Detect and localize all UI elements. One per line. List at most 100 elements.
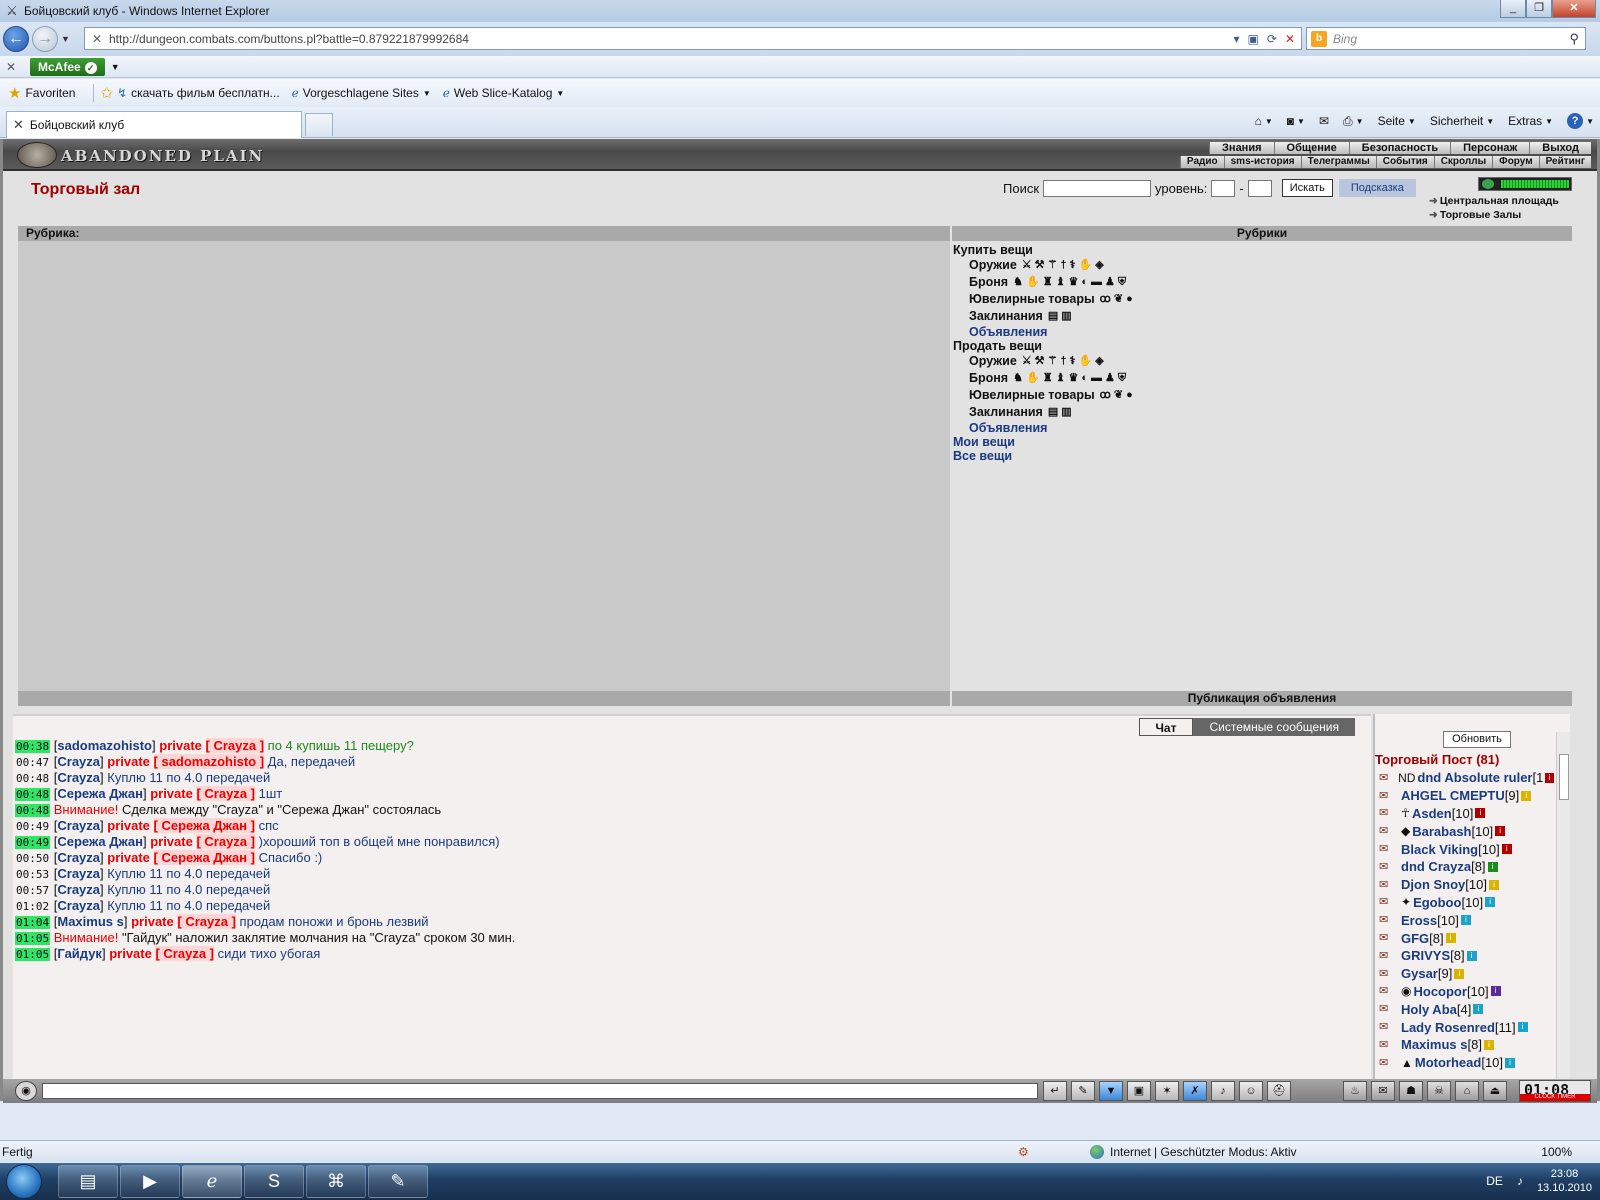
- scroll-icon[interactable]: ▤: [1048, 404, 1058, 421]
- private-message-icon[interactable]: ✉: [1379, 984, 1401, 998]
- user-name[interactable]: Gysar: [1401, 966, 1438, 981]
- close-toolbar-icon[interactable]: ✕: [0, 60, 22, 74]
- menu-security[interactable]: Безопасность: [1348, 142, 1451, 154]
- user-name[interactable]: dnd Absolute ruler: [1417, 770, 1532, 785]
- private-message-icon[interactable]: ✉: [1379, 1038, 1401, 1052]
- sound-icon[interactable]: ♪: [1211, 1081, 1235, 1101]
- chat-nick[interactable]: Crayza: [57, 770, 100, 785]
- amulet-icon[interactable]: ❦: [1114, 387, 1123, 404]
- user-name[interactable]: Egoboo: [1413, 895, 1461, 910]
- info-icon[interactable]: i: [1445, 933, 1456, 944]
- private-message-icon[interactable]: ✉: [1379, 931, 1401, 945]
- shield-small-icon[interactable]: ◈: [1095, 353, 1103, 370]
- cloak-icon[interactable]: ♝: [1056, 274, 1066, 291]
- fav-item-webslice[interactable]: ℯ Web Slice-Katalog ▼: [443, 86, 565, 100]
- shield-icon[interactable]: ⛨: [1118, 370, 1126, 387]
- submenu-radio[interactable]: Радио: [1179, 156, 1224, 168]
- clan-icon[interactable]: ◉: [1401, 984, 1411, 998]
- staff-icon[interactable]: ⚕: [1070, 353, 1076, 370]
- chat-time[interactable]: 00:48: [15, 788, 51, 801]
- add-favorite-icon[interactable]: ✩: [100, 84, 113, 102]
- figure-icon[interactable]: ✶: [1155, 1081, 1179, 1101]
- shirt-icon[interactable]: ♜: [1043, 274, 1053, 291]
- chat-private[interactable]: private [ Сережа Джан ]: [107, 850, 255, 865]
- user-name[interactable]: dnd Crayza: [1401, 859, 1471, 874]
- private-message-icon[interactable]: ✉: [1379, 860, 1401, 874]
- batman-task-icon[interactable]: ⌘: [306, 1165, 366, 1198]
- axe-icon[interactable]: ⚒: [1035, 353, 1045, 370]
- chat-time[interactable]: 00:38: [15, 740, 51, 753]
- chat-private[interactable]: private [ Сережа Джан ]: [107, 818, 255, 833]
- paint-task-icon[interactable]: ✎: [368, 1165, 428, 1198]
- tab-chat[interactable]: Чат: [1138, 718, 1194, 736]
- refresh-button[interactable]: Обновить: [1443, 731, 1511, 748]
- start-button[interactable]: [6, 1164, 42, 1199]
- filter-icon[interactable]: ▼: [1099, 1081, 1123, 1101]
- chat-private[interactable]: private [ Crayza ]: [159, 738, 265, 753]
- media-player-task-icon[interactable]: ▶: [120, 1165, 180, 1198]
- info-icon[interactable]: i: [1454, 968, 1465, 979]
- sword-icon[interactable]: †: [1060, 257, 1066, 274]
- clan-icon[interactable]: ▲: [1401, 1056, 1413, 1070]
- search-input[interactable]: [1043, 179, 1152, 197]
- clan-icon[interactable]: ND: [1398, 771, 1415, 785]
- belt-icon[interactable]: ▬: [1091, 370, 1102, 387]
- info-icon[interactable]: i: [1521, 790, 1532, 801]
- print-button[interactable]: ⎙ ▼: [1343, 114, 1364, 129]
- info-icon[interactable]: i: [1483, 1039, 1494, 1050]
- bracer-icon[interactable]: ◐: [1081, 274, 1088, 291]
- my-items-link[interactable]: Мои вещи: [953, 435, 1572, 449]
- info-icon[interactable]: i: [1490, 986, 1501, 997]
- info-icon[interactable]: i: [1488, 879, 1499, 890]
- chat-nick[interactable]: Гайдук: [57, 946, 102, 961]
- speaker-icon[interactable]: ◉: [15, 1081, 37, 1101]
- home-button[interactable]: ⌂ ▼: [1255, 114, 1273, 128]
- fav-item-suggested[interactable]: ℯ Vorgeschlagene Sites ▼: [292, 86, 431, 100]
- user-name[interactable]: Eross: [1401, 913, 1437, 928]
- private-message-icon[interactable]: ✉: [1379, 913, 1401, 927]
- user-name[interactable]: Asden: [1412, 806, 1452, 821]
- buy-ads-link[interactable]: Объявления: [969, 325, 1572, 339]
- glove-icon[interactable]: ✋: [1079, 257, 1093, 274]
- page-menu[interactable]: Seite ▼: [1378, 114, 1416, 128]
- ie-task-icon[interactable]: ℯ: [182, 1165, 242, 1198]
- shield-icon[interactable]: ⛨: [1118, 274, 1126, 291]
- scroll-icon[interactable]: ▤: [1048, 308, 1058, 325]
- tools-menu[interactable]: Extras ▼: [1508, 114, 1553, 128]
- fav-item-film[interactable]: ↯ скачать фильм бесплатн...: [117, 86, 280, 100]
- chat-time[interactable]: 00:57: [15, 884, 50, 897]
- info-icon[interactable]: i: [1545, 772, 1554, 783]
- submenu-events[interactable]: События: [1375, 156, 1434, 168]
- belt-icon[interactable]: ▬: [1091, 274, 1102, 291]
- search-field[interactable]: b Bing ⚲: [1306, 27, 1586, 50]
- private-message-icon[interactable]: ✉: [1379, 1020, 1401, 1034]
- mace-icon[interactable]: ⚚: [1048, 353, 1058, 370]
- explorer-task-icon[interactable]: ▤: [58, 1165, 118, 1198]
- mace-icon[interactable]: ⚚: [1048, 257, 1058, 274]
- user-name[interactable]: GRIVYS: [1401, 948, 1450, 963]
- eraser-icon[interactable]: ✎: [1071, 1081, 1095, 1101]
- chat-nick[interactable]: Maximus s: [57, 914, 123, 929]
- link-trade-halls[interactable]: ➜ Торговые Залы: [1429, 209, 1559, 221]
- chat-input[interactable]: [42, 1083, 1038, 1099]
- private-message-icon[interactable]: ✉: [1379, 771, 1398, 785]
- user-name[interactable]: Hocopor: [1413, 984, 1466, 999]
- chat-nick[interactable]: Crayza: [57, 898, 100, 913]
- clan-icon[interactable]: ✦: [1401, 895, 1411, 909]
- armor-icon[interactable]: ♛: [1068, 274, 1078, 291]
- boots-icon[interactable]: ♞: [1013, 274, 1023, 291]
- users-scrollbar[interactable]: [1556, 732, 1570, 1082]
- mail-button[interactable]: ✉: [1319, 114, 1329, 128]
- hint-button[interactable]: Подсказка: [1338, 179, 1416, 197]
- submenu-scrolls[interactable]: Скроллы: [1433, 156, 1493, 168]
- scroll-icon[interactable]: ▥: [1061, 404, 1071, 421]
- earrings-icon[interactable]: ꝏ: [1100, 387, 1111, 404]
- chat-time[interactable]: 00:47: [15, 756, 50, 769]
- user-name[interactable]: Lady Rosenred: [1401, 1020, 1495, 1035]
- private-message-icon[interactable]: ✉: [1379, 878, 1401, 892]
- menu-communication[interactable]: Общение: [1273, 142, 1349, 154]
- submenu-rating[interactable]: Рейтинг: [1538, 156, 1591, 168]
- chat-time[interactable]: 00:49: [15, 836, 51, 849]
- chat-nick[interactable]: Сережа Джан: [57, 786, 143, 801]
- info-icon[interactable]: i: [1505, 1057, 1516, 1068]
